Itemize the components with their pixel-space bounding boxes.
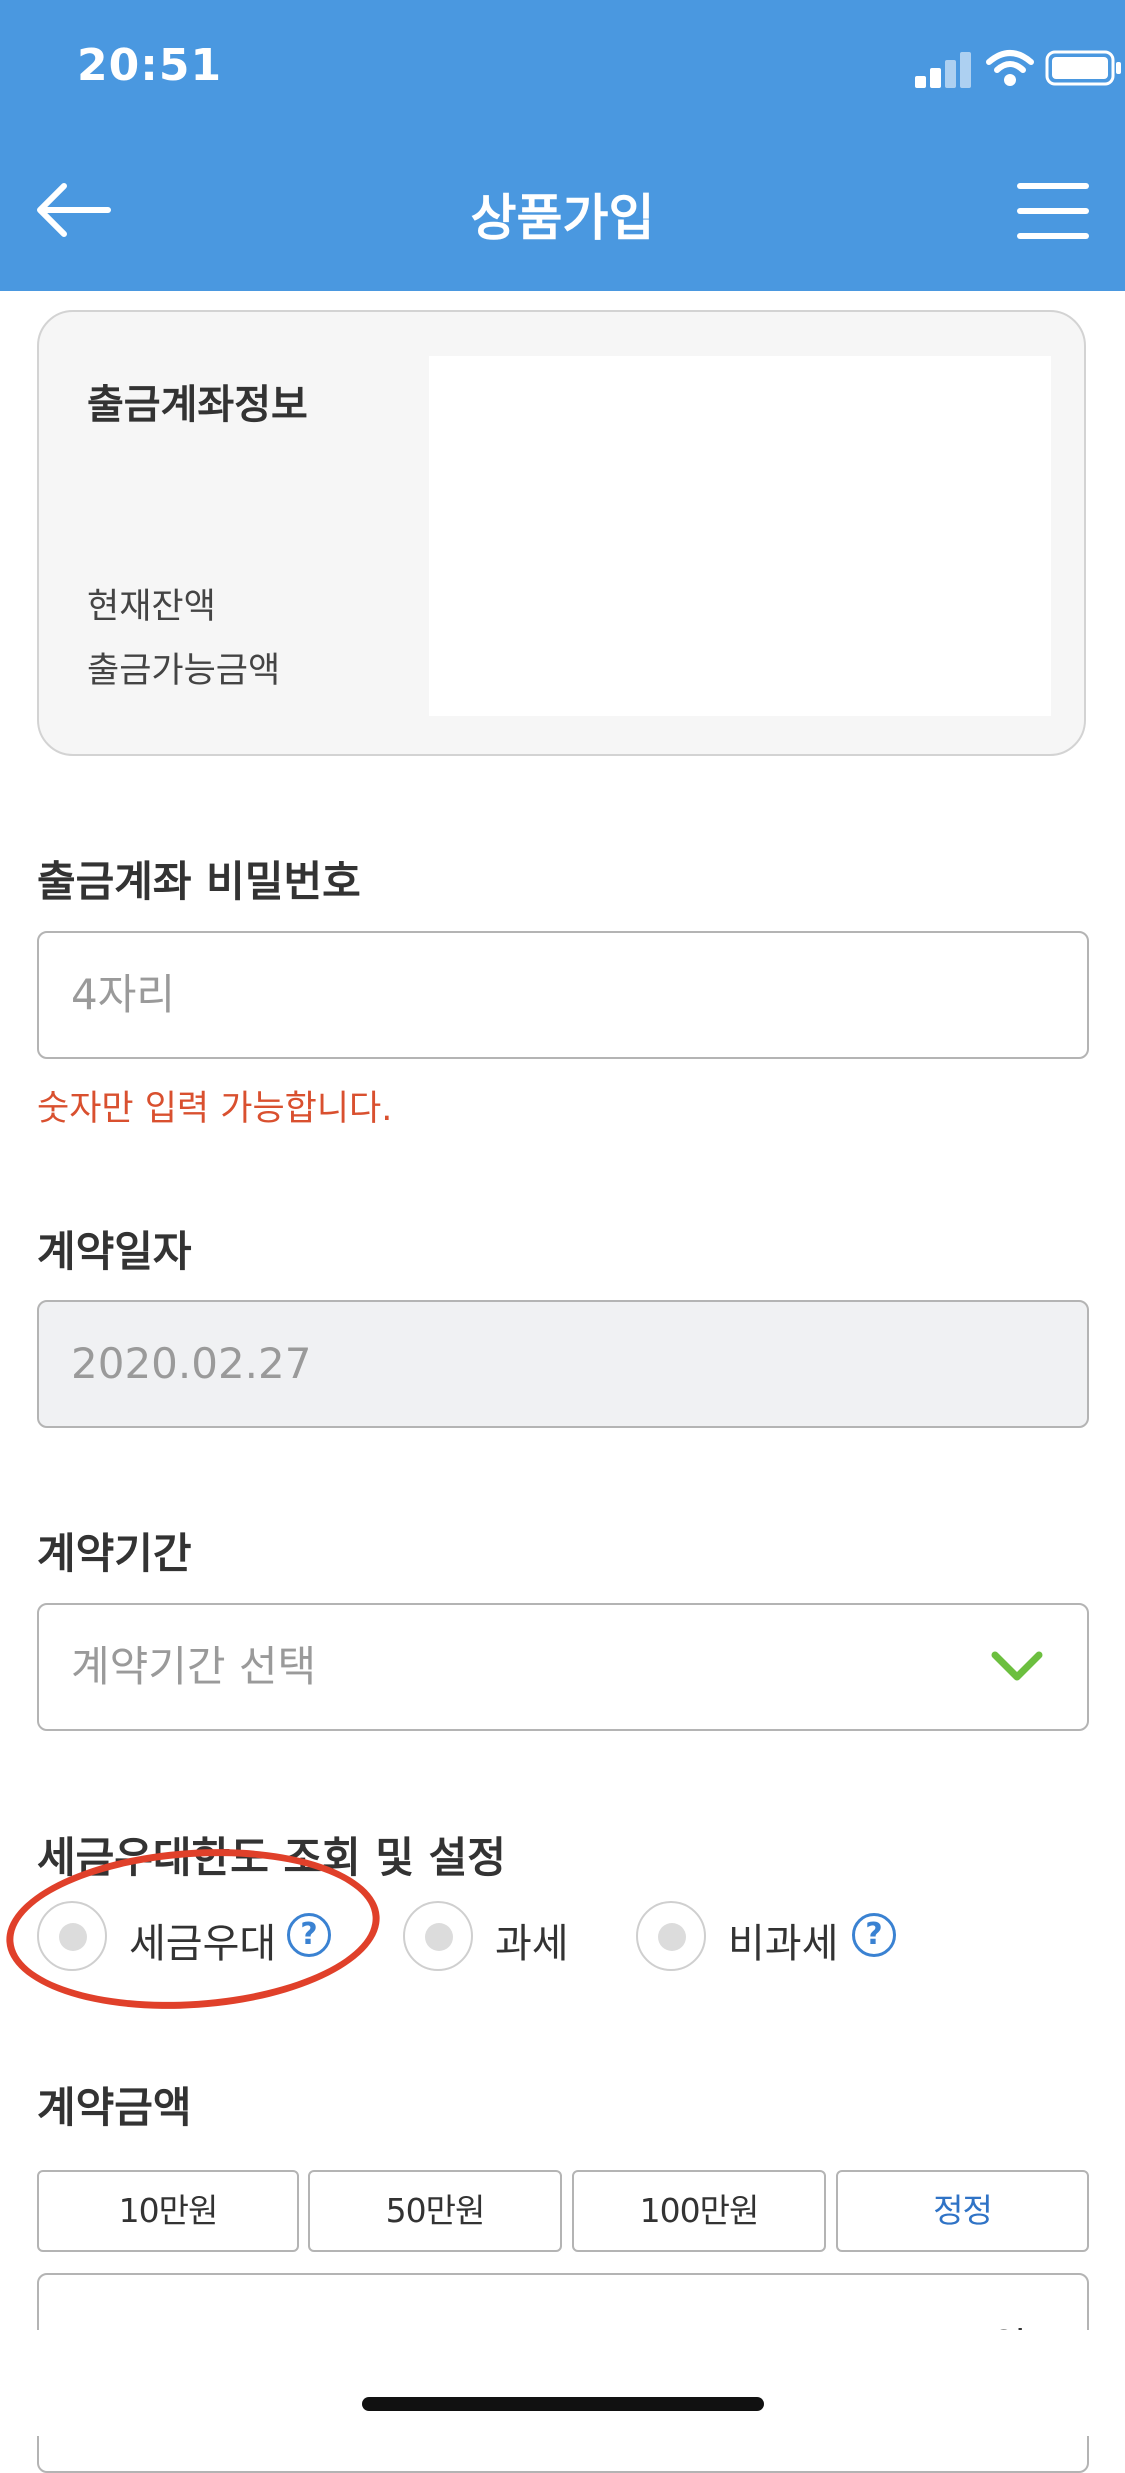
home-indicator[interactable] (362, 2397, 764, 2411)
password-field[interactable]: 4자리 (37, 931, 1089, 1059)
page-title: 상품가입 (470, 189, 655, 247)
tax-radio-group: 세금우대 ? 과세 비과세 ? (0, 1897, 1125, 1977)
app-header: 20:51 상품가입 (0, 0, 1125, 291)
contract-date-label: 계약일자 (37, 1227, 192, 1276)
amount-100man-button[interactable]: 100만원 (572, 2170, 826, 2252)
question-circle-icon[interactable]: ? (852, 1913, 896, 1957)
current-balance-label: 현재잔액 (87, 587, 216, 627)
radio-circle[interactable] (403, 1901, 473, 1971)
tax-section-label: 세금우대한도 조회 및 설정 (37, 1833, 506, 1882)
amount-50man-button[interactable]: 50만원 (308, 2170, 562, 2252)
radio-circle[interactable] (37, 1901, 107, 1971)
contract-period-label: 계약기간 (37, 1529, 192, 1578)
status-time: 20:51 (77, 40, 223, 91)
radio-circle[interactable] (636, 1901, 706, 1971)
card-title: 출금계좌정보 (87, 382, 308, 428)
contract-amount-label: 계약금액 (37, 2083, 192, 2132)
signal-icon (915, 48, 975, 88)
password-placeholder: 4자리 (71, 970, 176, 1019)
chevron-down-icon (991, 1651, 1043, 1681)
contract-date-field: 2020.02.27 (37, 1300, 1089, 1428)
password-label: 출금계좌 비밀번호 (37, 857, 361, 906)
amount-correct-button[interactable]: 정정 (836, 2170, 1089, 2252)
withdrawal-account-card: 출금계좌정보 현재잔액 출금가능금액 (37, 310, 1086, 756)
radio-tax-exempt[interactable]: 비과세 ? (636, 1897, 936, 1977)
radio-label: 세금우대 (129, 1921, 277, 1967)
bottom-safe-area (0, 2330, 1125, 2436)
radio-taxable[interactable]: 과세 (403, 1897, 583, 1977)
wifi-icon (986, 50, 1034, 86)
amount-10man-button[interactable]: 10만원 (37, 2170, 299, 2252)
contract-date-value: 2020.02.27 (71, 1339, 312, 1388)
contract-period-select[interactable]: 계약기간 선택 (37, 1603, 1089, 1731)
available-amount-label: 출금가능금액 (87, 651, 281, 691)
radio-label: 비과세 (728, 1921, 839, 1967)
battery-icon (1045, 50, 1121, 86)
menu-button[interactable] (1017, 183, 1089, 239)
account-info-panel (429, 356, 1051, 716)
radio-label: 과세 (495, 1921, 569, 1967)
hamburger-menu-icon (1017, 183, 1089, 189)
radio-tax-preferential[interactable]: 세금우대 ? (37, 1897, 347, 1977)
question-circle-icon[interactable]: ? (287, 1913, 331, 1957)
contract-period-placeholder: 계약기간 선택 (71, 1642, 317, 1691)
password-error: 숫자만 입력 가능합니다. (37, 1089, 393, 1129)
